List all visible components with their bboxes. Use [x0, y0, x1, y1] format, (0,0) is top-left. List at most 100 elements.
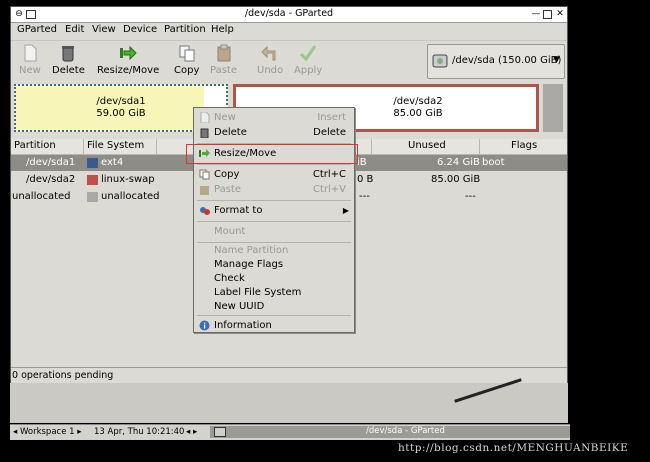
status-text: 0 operations pending	[12, 370, 114, 381]
cell-partition: /dev/sda2	[26, 174, 76, 185]
apply-label: Apply	[294, 65, 323, 76]
column-separator[interactable]	[156, 139, 157, 154]
menu-item-new[interactable]: New Insert	[195, 111, 353, 125]
format-icon	[199, 205, 210, 216]
taskbar: ◂ Workspace 1 ▸ 13 Apr, Thu 10:21:40 ◂ ▸…	[10, 424, 570, 440]
menu-item-label: Paste	[214, 184, 241, 195]
trash-icon	[59, 44, 77, 62]
menu-item-information[interactable]: Information	[195, 319, 353, 333]
menu-item-label: Name Partition	[214, 245, 289, 256]
column-separator[interactable]	[479, 139, 480, 154]
menu-item-label: Manage Flags	[214, 259, 284, 270]
copy-icon	[199, 169, 210, 180]
header-flags[interactable]: Flags	[511, 140, 537, 151]
menu-item-shortcut: Ctrl+V	[312, 184, 346, 195]
new-label: New	[19, 65, 41, 76]
task-label: /dev/sda - GParted	[366, 426, 445, 436]
cell-filesystem: linux-swap	[101, 174, 155, 185]
menu-item-mount[interactable]: Mount	[195, 225, 353, 239]
delete-button[interactable]: Delete	[52, 44, 85, 76]
resize-arrow-icon	[119, 44, 137, 62]
menu-item-label: Check	[214, 273, 245, 284]
menu-separator	[197, 315, 351, 316]
cell-filesystem: ext4	[101, 157, 124, 168]
menu-item-label: Format to	[214, 205, 263, 216]
menu-item-shortcut: Ctrl+C	[312, 169, 346, 180]
menu-item-label-file-system[interactable]: Label File System	[195, 286, 353, 300]
menu-item-label: Mount	[214, 226, 246, 237]
paste-clipboard-icon	[215, 44, 233, 62]
partition-context-menu: New Insert Delete Delete Resize/Move Cop…	[193, 107, 355, 333]
device-selector[interactable]: /dev/sda (150.00 GiB) ▼	[427, 44, 565, 79]
menu-item-label: Information	[214, 320, 272, 331]
close-icon[interactable]: ✕	[555, 9, 565, 19]
cell-used: iB	[357, 157, 367, 168]
new-document-icon	[199, 111, 210, 124]
minimize-icon[interactable]: —	[531, 9, 541, 19]
submenu-arrow-icon: ▶	[342, 206, 349, 215]
resize-move-button[interactable]: Resize/Move	[97, 44, 159, 76]
copy-icon	[178, 44, 196, 62]
menu-item-label: Copy	[214, 169, 240, 180]
menu-separator	[197, 221, 351, 222]
menu-edit[interactable]: Edit	[65, 24, 84, 35]
menu-item-manage-flags[interactable]: Manage Flags	[195, 258, 353, 272]
cell-partition: unallocated	[12, 191, 71, 202]
resize-move-label: Resize/Move	[97, 65, 160, 76]
desktop-background	[10, 378, 568, 423]
column-separator[interactable]	[371, 139, 372, 154]
paste-button[interactable]: Paste	[210, 44, 237, 76]
disk-drive-icon	[432, 53, 448, 72]
header-partition[interactable]: Partition	[14, 140, 56, 151]
copy-label: Copy	[174, 65, 200, 76]
filesystem-color-swatch	[87, 192, 98, 202]
menu-item-format-to[interactable]: Format to ▶	[195, 204, 353, 218]
cell-unused: ---	[465, 191, 476, 202]
cell-used: 0 B	[357, 174, 374, 185]
menu-item-paste[interactable]: Paste Ctrl+V	[195, 183, 353, 197]
task-nav[interactable]: ◂ ▸	[186, 427, 197, 437]
menu-item-label: Label File System	[214, 287, 302, 298]
cell-filesystem: unallocated	[101, 191, 160, 202]
undo-label: Undo	[257, 65, 284, 76]
undo-button[interactable]: Undo	[257, 44, 283, 76]
new-button[interactable]: New	[19, 44, 41, 76]
column-separator[interactable]	[83, 139, 84, 154]
cell-unused: 6.24 GiB	[437, 157, 480, 168]
maximize-icon[interactable]	[543, 10, 552, 19]
menu-item-name-partition[interactable]: Name Partition	[195, 244, 353, 258]
toolbar: New Delete Resize/Move Copy Paste Undo A…	[11, 40, 567, 84]
status-bar: 0 operations pending	[11, 367, 567, 383]
workspace-switcher[interactable]: ◂ Workspace 1 ▸	[13, 427, 82, 437]
menu-item-label: New	[214, 112, 236, 123]
header-unused[interactable]: Unused	[408, 140, 446, 151]
paste-label: Paste	[210, 65, 237, 76]
checkmark-icon	[299, 44, 317, 62]
apply-button[interactable]: Apply	[294, 44, 322, 76]
taskbar-task-gparted[interactable]: /dev/sda - GParted	[210, 426, 570, 438]
menu-separator	[197, 164, 351, 165]
menu-separator	[197, 242, 351, 243]
device-selector-value: /dev/sda (150.00 GiB)	[452, 55, 562, 66]
clock: 13 Apr, Thu 10:21:40	[94, 427, 185, 437]
menu-item-new-uuid[interactable]: New UUID	[195, 300, 353, 314]
filesystem-color-swatch	[87, 158, 98, 168]
highlight-box	[186, 144, 358, 164]
menu-device[interactable]: Device	[123, 24, 157, 35]
menu-item-copy[interactable]: Copy Ctrl+C	[195, 168, 353, 182]
header-filesystem[interactable]: File System	[87, 140, 144, 151]
copy-button[interactable]: Copy	[174, 44, 199, 76]
undo-arrow-icon	[261, 44, 279, 62]
menu-view[interactable]: View	[92, 24, 116, 35]
menu-item-shortcut: Delete	[313, 127, 346, 138]
info-icon	[199, 320, 210, 331]
menu-item-delete[interactable]: Delete Delete	[195, 126, 353, 140]
watermark-text: http://blog.csdn.net/MENGHUANBEIKE	[398, 442, 629, 454]
menu-help[interactable]: Help	[211, 24, 234, 35]
graphic-scrollbar[interactable]	[543, 84, 563, 132]
menu-gparted[interactable]: GParted	[17, 24, 57, 35]
cell-used: ---	[359, 191, 370, 202]
menu-item-check[interactable]: Check	[195, 272, 353, 286]
menu-partition[interactable]: Partition	[164, 24, 206, 35]
delete-label: Delete	[52, 65, 85, 76]
